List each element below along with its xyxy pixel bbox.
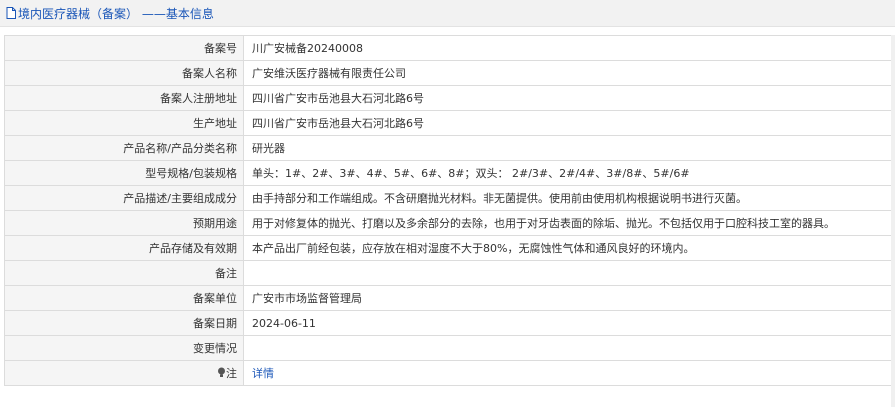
storage-validity-label: 产品存储及有效期 — [4, 235, 244, 261]
table-row: 预期用途 用于对修复体的抛光、打磨以及多余部分的去除，也用于对牙齿表面的除垢、抛… — [4, 210, 892, 236]
change-status-value — [243, 335, 892, 361]
registrant-name-label: 备案人名称 — [4, 60, 244, 86]
note-value-cell: 详情 — [243, 360, 892, 386]
table-row: 产品名称/产品分类名称 研光器 — [4, 135, 892, 161]
intended-use-label: 预期用途 — [4, 210, 244, 236]
model-spec-label: 型号规格/包装规格 — [4, 160, 244, 186]
table-row: 备案单位 广安市市场监督管理局 — [4, 285, 892, 311]
lightbulb-icon — [218, 367, 225, 377]
remarks-label: 备注 — [4, 260, 244, 286]
production-address-value: 四川省广安市岳池县大石河北路6号 — [243, 110, 892, 136]
model-spec-value: 单头：1#、2#、3#、4#、5#、6#、8#；双头： 2#/3#、2#/4#、… — [243, 160, 892, 186]
filing-date-value: 2024-06-11 — [243, 310, 892, 336]
page-title: 境内医疗器械（备案） ——基本信息 — [18, 6, 214, 21]
scrollbar[interactable] — [891, 35, 895, 407]
table-row: 备案号 川广安械备20240008 — [4, 35, 892, 61]
record-number-value: 川广安械备20240008 — [243, 35, 892, 61]
table-row: 变更情况 — [4, 335, 892, 361]
page-header: 境内医疗器械（备案） ——基本信息 — [0, 0, 895, 27]
filing-unit-value: 广安市市场监督管理局 — [243, 285, 892, 311]
filing-date-label: 备案日期 — [4, 310, 244, 336]
product-description-label: 产品描述/主要组成成分 — [4, 185, 244, 211]
record-number-label: 备案号 — [4, 35, 244, 61]
info-table-container: 备案号 川广安械备20240008 备案人名称 广安维沃医疗器械有限责任公司 备… — [4, 35, 892, 386]
table-row: 备案人名称 广安维沃医疗器械有限责任公司 — [4, 60, 892, 86]
table-row: 备注 — [4, 260, 892, 286]
table-row: 产品存储及有效期 本产品出厂前经包装，应存放在相对湿度不大于80%，无腐蚀性气体… — [4, 235, 892, 261]
table-row: 注 详情 — [4, 360, 892, 386]
remarks-value — [243, 260, 892, 286]
production-address-label: 生产地址 — [4, 110, 244, 136]
table-row: 生产地址 四川省广安市岳池县大石河北路6号 — [4, 110, 892, 136]
filing-unit-label: 备案单位 — [4, 285, 244, 311]
details-link[interactable]: 详情 — [252, 367, 274, 380]
product-description-value: 由手持部分和工作端组成。不含研磨抛光材料。非无菌提供。使用前由使用机构根据说明书… — [243, 185, 892, 211]
document-icon — [6, 7, 16, 19]
table-row: 型号规格/包装规格 单头：1#、2#、3#、4#、5#、6#、8#；双头： 2#… — [4, 160, 892, 186]
intended-use-value: 用于对修复体的抛光、打磨以及多余部分的去除，也用于对牙齿表面的除垢、抛光。不包括… — [243, 210, 892, 236]
change-status-label: 变更情况 — [4, 335, 244, 361]
info-table: 备案号 川广安械备20240008 备案人名称 广安维沃医疗器械有限责任公司 备… — [4, 35, 892, 386]
table-row: 产品描述/主要组成成分 由手持部分和工作端组成。不含研磨抛光材料。非无菌提供。使… — [4, 185, 892, 211]
registrant-address-label: 备案人注册地址 — [4, 85, 244, 111]
registrant-name-value: 广安维沃医疗器械有限责任公司 — [243, 60, 892, 86]
registrant-address-value: 四川省广安市岳池县大石河北路6号 — [243, 85, 892, 111]
product-name-label: 产品名称/产品分类名称 — [4, 135, 244, 161]
product-name-value: 研光器 — [243, 135, 892, 161]
note-label-cell: 注 — [4, 360, 244, 386]
storage-validity-value: 本产品出厂前经包装，应存放在相对湿度不大于80%，无腐蚀性气体和通风良好的环境内… — [243, 235, 892, 261]
table-row: 备案人注册地址 四川省广安市岳池县大石河北路6号 — [4, 85, 892, 111]
table-row: 备案日期 2024-06-11 — [4, 310, 892, 336]
note-label: 注 — [226, 367, 237, 380]
